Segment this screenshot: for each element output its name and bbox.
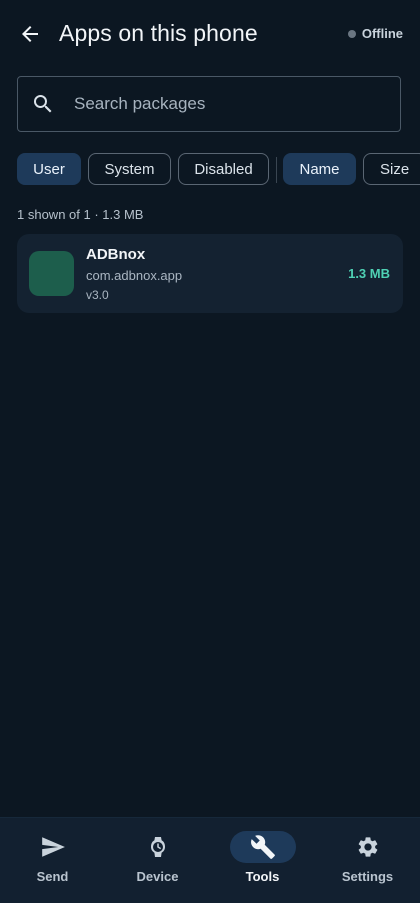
sort-chip-size[interactable]: Size xyxy=(363,153,420,185)
nav-item-settings[interactable]: Settings xyxy=(315,818,420,903)
filter-chip-disabled[interactable]: Disabled xyxy=(178,153,269,185)
app-version: v3.0 xyxy=(86,288,109,302)
app-list-item[interactable]: ADBnox com.adbnox.app v3.0 1.3 MB xyxy=(17,234,403,313)
nav-icon-container xyxy=(125,831,191,863)
filter-chip-user[interactable]: User xyxy=(17,153,81,185)
search-field[interactable] xyxy=(17,76,401,132)
send-icon xyxy=(41,837,65,857)
page-title: Apps on this phone xyxy=(59,20,258,46)
wrench-icon xyxy=(250,835,275,859)
nav-label-tools: Tools xyxy=(245,869,280,884)
app-size: 1.3 MB xyxy=(348,266,390,281)
filter-chips-row: User System Disabled Name Size xyxy=(17,153,420,187)
app-name: ADBnox xyxy=(86,246,146,263)
connection-status: Offline xyxy=(347,26,403,41)
search-input[interactable] xyxy=(72,93,376,115)
top-app-bar: Apps on this phone Offline xyxy=(0,0,420,68)
chip-divider xyxy=(276,157,277,183)
nav-item-send[interactable]: Send xyxy=(0,818,105,903)
watch-icon xyxy=(150,837,165,857)
nav-label-send: Send xyxy=(36,869,69,884)
apps-screen: Apps on this phone Offline User System D… xyxy=(0,0,420,903)
search-icon xyxy=(31,92,55,116)
nav-icon-container xyxy=(229,831,296,863)
sort-chip-name[interactable]: Name xyxy=(283,153,356,185)
status-label: Offline xyxy=(361,26,403,41)
nav-item-device[interactable]: Device xyxy=(105,818,210,903)
back-button[interactable] xyxy=(12,16,48,52)
status-dot-icon xyxy=(347,29,356,38)
gear-icon xyxy=(358,837,377,857)
nav-item-tools[interactable]: Tools xyxy=(210,818,315,903)
nav-label-settings: Settings xyxy=(341,869,394,884)
nav-icon-container xyxy=(335,831,401,863)
nav-icon-container xyxy=(20,831,86,863)
app-icon xyxy=(29,251,74,296)
app-package: com.adbnox.app xyxy=(86,268,183,283)
bottom-navigation: Send Device Tools Settings xyxy=(0,817,420,903)
nav-label-device: Device xyxy=(136,869,179,884)
results-summary: 1 shown of 1 · 1.3 MB xyxy=(17,207,144,222)
filter-chip-system[interactable]: System xyxy=(88,153,171,185)
arrow-left-icon xyxy=(22,26,38,42)
